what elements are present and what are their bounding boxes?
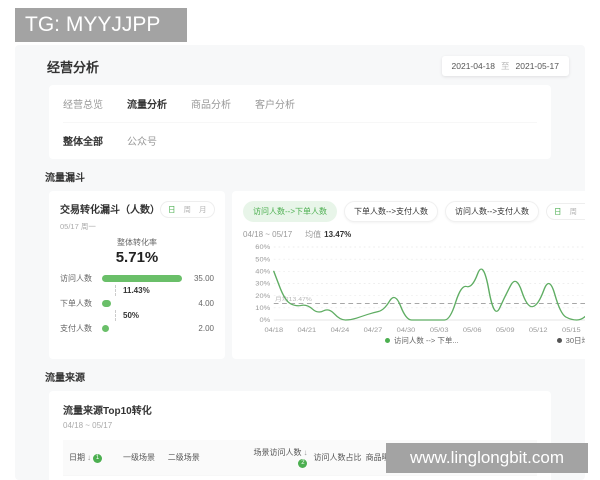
chart-legend: 访问人数 --> 下单... 30日均值 (243, 335, 585, 346)
tab-product[interactable]: 商品分析 (191, 96, 231, 111)
funnel-label: 下单人数 (60, 298, 92, 308)
chart-average: 均值 13.47% (305, 230, 352, 239)
svg-text:05/03: 05/03 (430, 327, 449, 333)
date-separator: 至 (501, 61, 510, 71)
funnel-bar (102, 274, 182, 282)
svg-text:0%: 0% (259, 318, 270, 324)
funnel-step-connector (115, 285, 116, 296)
funnel-step-connector (115, 310, 116, 321)
funnel-value: 2.00 (198, 323, 214, 333)
svg-text:50%: 50% (255, 257, 270, 263)
tab-customer[interactable]: 客户分析 (255, 96, 295, 111)
tab-overview[interactable]: 经营总览 (63, 96, 103, 111)
source-section-title: 流量来源 (45, 373, 85, 384)
pill-visit-to-pay[interactable]: 访问人数-->支付人数 (445, 201, 539, 222)
overall-rate-label: 整体转化率 (117, 238, 157, 247)
funnel-step-rate: 11.43% (60, 283, 214, 298)
period-month[interactable]: 月 (199, 204, 207, 215)
svg-text:04/30: 04/30 (397, 327, 416, 333)
svg-text:月均13.47%: 月均13.47% (275, 295, 312, 303)
sort-order-badge: 1 (93, 454, 102, 463)
funnel-row-orders: 下单人数 4.00 (60, 298, 214, 308)
funnel-bar (102, 324, 109, 332)
col-scene-l1[interactable]: 一级场景 (123, 452, 168, 463)
svg-text:04/27: 04/27 (364, 327, 383, 333)
svg-text:40%: 40% (255, 269, 270, 275)
funnel-row-payers: 支付人数 2.00 (60, 323, 214, 333)
svg-text:04/24: 04/24 (331, 327, 350, 333)
sort-order-badge: 2 (298, 459, 308, 468)
period-week[interactable]: 周 (184, 204, 192, 215)
funnel-date-label: 05/17 周一 (60, 222, 96, 231)
legend-average-label: 30日均值 (565, 336, 585, 345)
funnel-row-visitors: 访问人数 35.00 (60, 273, 214, 283)
watermark-telegram: TG: MYYJJPP (15, 8, 187, 42)
pill-visit-to-order[interactable]: 访问人数-->下单人数 (243, 201, 337, 222)
pill-order-to-pay[interactable]: 下单人数-->支付人数 (344, 201, 438, 222)
date-range-picker[interactable]: 2021-04-18 至 2021-05-17 (441, 56, 569, 76)
scope-overall[interactable]: 整体全部 (63, 133, 103, 148)
analytics-dashboard: 经营分析 2021-04-18 至 2021-05-17 经营总览 流量分析 商… (15, 45, 585, 480)
chart-date-range: 04/18 ~ 05/17 (243, 230, 293, 239)
funnel-value: 35.00 (193, 273, 214, 283)
svg-text:05/09: 05/09 (496, 327, 515, 333)
watermark-website: www.linglongbit.com (386, 443, 588, 473)
conversion-trend-card: 访问人数-->下单人数 下单人数-->支付人数 访问人数-->支付人数 日 周 … (232, 191, 585, 359)
table-row[interactable]: 2021/04/19 公众号 公众号-公众号会话 26 76.47% 0 0 0… (63, 475, 537, 480)
page-header: 经营分析 2021-04-18 至 2021-05-17 (15, 45, 585, 85)
legend-average-dot (556, 338, 562, 343)
funnel-value: 4.00 (198, 298, 214, 308)
conversion-funnel-card: 交易转化漏斗（人数） 日 周 月 05/17 周一 整体转化率 5.71% 访问… (49, 191, 225, 359)
scope-filter: 整体全部 公众号 (63, 123, 537, 148)
period-day[interactable]: 日 (168, 204, 176, 215)
conversion-chart: 0% 10% 20% 30% 40% 50% 60% 月均13.47% 04/18 04/21 04… (255, 245, 585, 334)
chart-period-toggle: 日 周 月 (546, 203, 585, 220)
page: TG: MYYJJPP 经营分析 2021-04-18 至 2021-05-17… (0, 0, 600, 480)
period-week[interactable]: 周 (570, 206, 578, 217)
date-end: 2021-05-17 (515, 61, 559, 71)
col-visitor-share[interactable]: 访问人数占比 (307, 452, 361, 463)
analysis-tabs: 经营总览 流量分析 商品分析 客户分析 (63, 96, 537, 123)
sort-desc-icon[interactable]: ↓ (87, 453, 91, 462)
legend-series-label: 访问人数 --> 下单... (393, 336, 459, 345)
funnel-period-toggle: 日 周 月 (160, 201, 215, 218)
col-date[interactable]: 日期 ↓ 1 (69, 452, 123, 463)
funnel-card-title: 交易转化漏斗（人数） (60, 205, 160, 216)
svg-text:04/21: 04/21 (297, 327, 316, 333)
svg-text:05/12: 05/12 (529, 327, 548, 333)
table-date-range: 04/18 ~ 05/17 (63, 421, 113, 430)
svg-text:10%: 10% (255, 305, 270, 311)
svg-text:05/06: 05/06 (463, 327, 482, 333)
funnel-cards-row: 交易转化漏斗（人数） 日 周 月 05/17 周一 整体转化率 5.71% 访问… (49, 191, 585, 359)
svg-text:04/18: 04/18 (264, 327, 283, 333)
overall-rate-value: 5.71% (115, 249, 159, 266)
funnel-section-title: 流量漏斗 (45, 173, 85, 184)
tab-traffic[interactable]: 流量分析 (127, 96, 167, 111)
funnel-step-rate: 50% (60, 308, 214, 323)
col-scene-visitors[interactable]: 场景访问人数 ↓2 (248, 447, 308, 468)
funnel-label: 访问人数 (60, 273, 92, 283)
page-title: 经营分析 (47, 59, 100, 75)
svg-text:05/15: 05/15 (562, 327, 581, 333)
date-start: 2021-04-18 (451, 61, 495, 71)
period-day[interactable]: 日 (554, 206, 562, 217)
svg-text:20%: 20% (255, 293, 270, 299)
scope-official-account[interactable]: 公众号 (127, 133, 157, 148)
svg-text:30%: 30% (255, 281, 270, 287)
svg-text:60%: 60% (255, 245, 270, 251)
table-card-title: 流量来源Top10转化 (63, 406, 152, 417)
legend-series-dot (384, 338, 390, 343)
conversion-pills: 访问人数-->下单人数 下单人数-->支付人数 访问人数-->支付人数 日 周 … (243, 201, 585, 222)
col-scene-l2[interactable]: 二级场景 (168, 452, 248, 463)
funnel-bar (102, 299, 112, 307)
funnel-label: 支付人数 (60, 323, 92, 333)
tab-card: 经营总览 流量分析 商品分析 客户分析 整体全部 公众号 (49, 85, 551, 159)
